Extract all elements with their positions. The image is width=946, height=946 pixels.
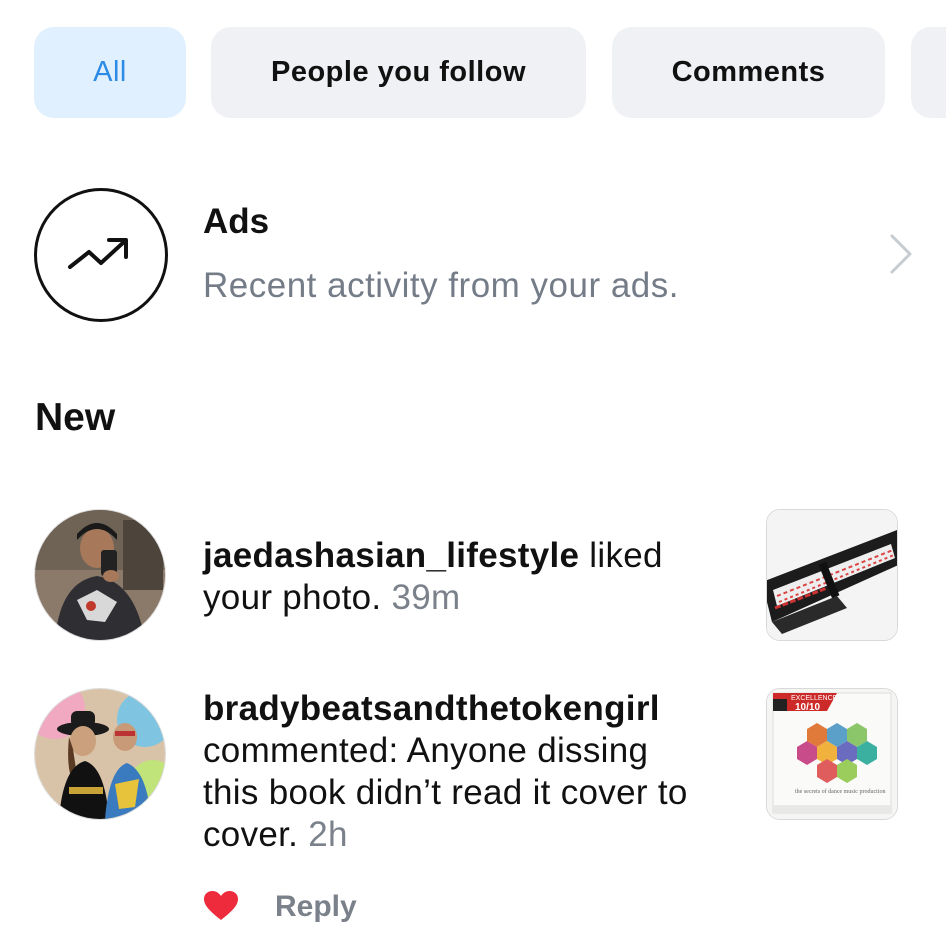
tab-next-partial[interactable] <box>911 27 946 118</box>
notification-text: jaedashasian_lifestyle liked your photo.… <box>203 535 733 619</box>
notification-username[interactable]: jaedashasian_lifestyle <box>203 536 579 575</box>
tab-comments-label: Comments <box>671 56 826 88</box>
ads-title: Ads <box>203 202 270 241</box>
tab-people-you-follow-label: People you follow <box>270 56 526 88</box>
tab-all-label: All <box>93 56 127 88</box>
avatar[interactable] <box>34 688 166 820</box>
badge-top-text: EXCELLENCE <box>791 695 838 702</box>
ads-subtitle: Recent activity from your ads. <box>203 266 679 305</box>
reply-button[interactable]: Reply <box>275 890 357 924</box>
notification-item[interactable]: jaedashasian_lifestyle liked your photo.… <box>34 509 914 641</box>
avatar[interactable] <box>34 509 166 641</box>
trending-up-icon <box>34 188 168 322</box>
ads-activity-row[interactable]: Ads Recent activity from your ads. <box>34 188 914 322</box>
heart-icon[interactable] <box>203 890 239 927</box>
post-thumbnail[interactable]: EXCELLENCE 10/10 the secrets of dance mu… <box>766 688 898 820</box>
notification-time: 2h <box>308 815 348 854</box>
notification-username[interactable]: bradybeatsandthetokengirl <box>203 689 660 728</box>
notification-time: 39m <box>391 578 461 617</box>
tab-comments[interactable]: Comments <box>612 27 885 118</box>
notification-item[interactable]: bradybeatsandthetokengirl commented: Any… <box>34 688 914 868</box>
badge-rating-text: 10/10 <box>795 702 820 713</box>
book-caption: the secrets of dance music production <box>795 788 885 795</box>
filter-tabs: All People you follow Comments <box>34 27 946 118</box>
tab-people-you-follow[interactable]: People you follow <box>211 27 586 118</box>
notification-action: commented: Anyone dissing this book didn… <box>203 731 688 854</box>
section-title-new: New <box>35 396 116 439</box>
tab-all[interactable]: All <box>34 27 186 118</box>
chevron-right-icon <box>888 232 914 281</box>
notification-text: bradybeatsandthetokengirl commented: Any… <box>203 688 713 856</box>
post-thumbnail[interactable] <box>766 509 898 641</box>
